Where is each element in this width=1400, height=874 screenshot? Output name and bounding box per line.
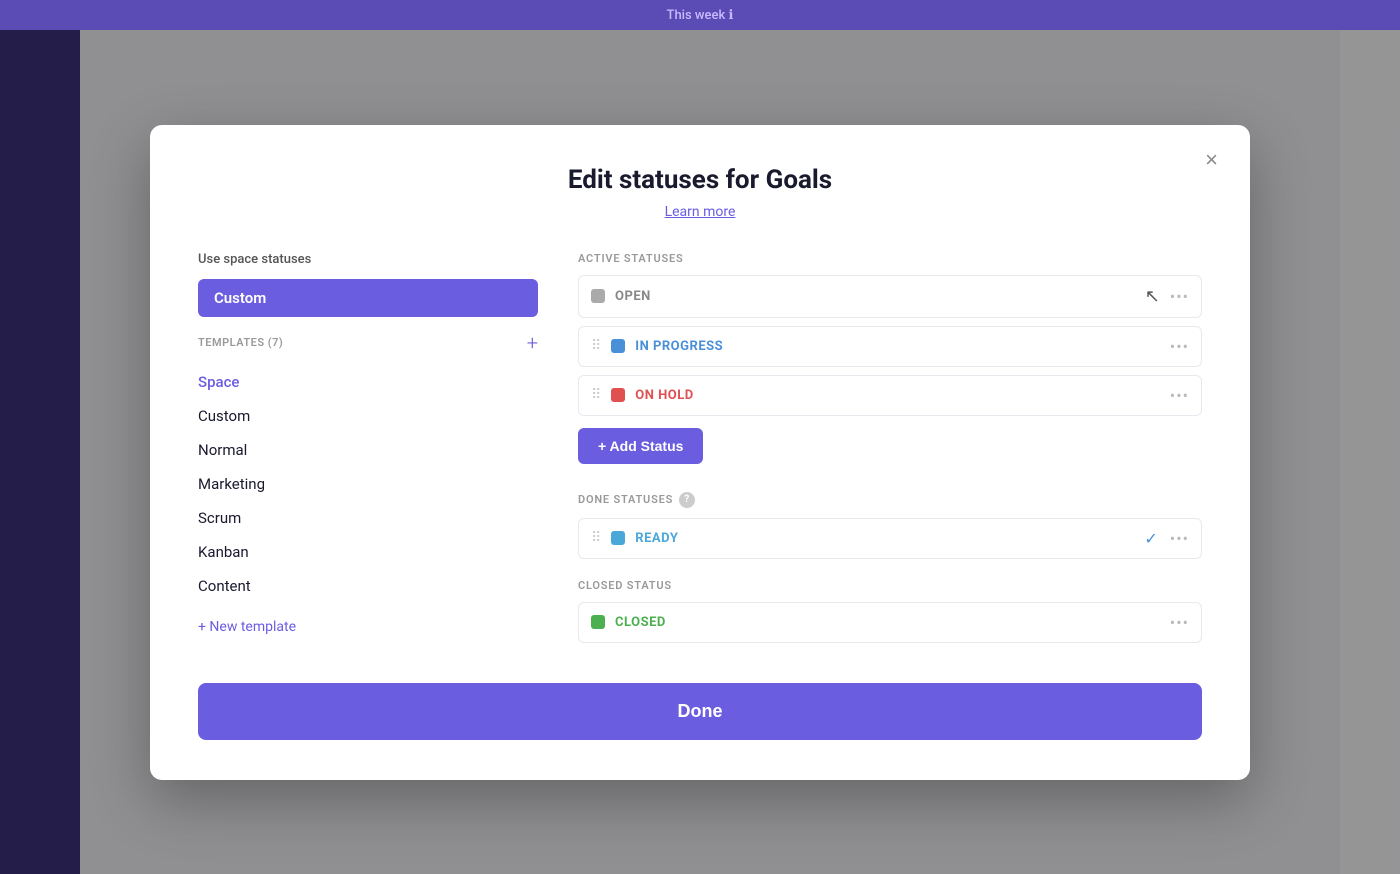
ready-check-icon: ✓ — [1144, 529, 1157, 548]
template-item-scrum[interactable]: Scrum — [198, 501, 538, 535]
status-row-open: OPEN ↖ ••• — [578, 275, 1202, 318]
on-hold-label: ON HOLD — [635, 388, 1160, 403]
modal-title: Edit statuses for Goals — [198, 165, 1202, 195]
right-panel: ACTIVE STATUSES OPEN ↖ ••• ⠿ IN PROGRESS — [578, 252, 1202, 651]
use-space-statuses-label: Use space statuses — [198, 252, 538, 267]
custom-selected-item[interactable]: Custom — [198, 279, 538, 317]
top-bar-title: This week — [667, 8, 726, 23]
modal-body: Use space statuses Custom TEMPLATES (7) … — [198, 252, 1202, 651]
closed-label: CLOSED — [615, 615, 1160, 630]
template-item-kanban[interactable]: Kanban — [198, 535, 538, 569]
done-statuses-label: DONE STATUSES ? — [578, 492, 1202, 508]
template-item-content[interactable]: Content — [198, 569, 538, 603]
ready-dot — [611, 531, 625, 545]
status-row-on-hold: ⠿ ON HOLD ••• — [578, 375, 1202, 416]
templates-label: TEMPLATES (7) — [198, 336, 283, 349]
closed-status-label: CLOSED STATUS — [578, 579, 1202, 592]
active-statuses-label: ACTIVE STATUSES — [578, 252, 1202, 265]
status-row-ready: ⠿ READY ✓ ••• — [578, 518, 1202, 559]
open-menu-icon[interactable]: ••• — [1170, 287, 1189, 306]
app-background: × Edit statuses for Goals Learn more Use… — [0, 30, 1400, 874]
template-list: Space Custom Normal Marketing Scrum Kanb… — [198, 365, 538, 603]
open-label: OPEN — [615, 289, 1135, 304]
learn-more-link[interactable]: Learn more — [665, 204, 736, 220]
done-help-icon[interactable]: ? — [679, 492, 695, 508]
close-button[interactable]: × — [1197, 145, 1226, 175]
modal-subtitle: Learn more — [198, 201, 1202, 220]
templates-add-icon[interactable]: + — [527, 333, 538, 353]
new-template-link[interactable]: + New template — [198, 619, 296, 635]
top-bar: This week ℹ — [0, 0, 1400, 30]
cursor-indicator: ↖ — [1145, 286, 1160, 307]
left-panel: Use space statuses Custom TEMPLATES (7) … — [198, 252, 538, 651]
in-progress-drag-handle[interactable]: ⠿ — [591, 338, 601, 354]
on-hold-menu-icon[interactable]: ••• — [1170, 386, 1189, 405]
status-row-in-progress: ⠿ IN PROGRESS ••• — [578, 326, 1202, 367]
closed-menu-icon[interactable]: ••• — [1170, 613, 1189, 632]
templates-header: TEMPLATES (7) + — [198, 333, 538, 353]
on-hold-dot — [611, 388, 625, 402]
add-status-button[interactable]: + Add Status — [578, 428, 703, 464]
closed-dot — [591, 615, 605, 629]
template-item-normal[interactable]: Normal — [198, 433, 538, 467]
ready-menu-icon[interactable]: ••• — [1170, 529, 1189, 548]
ready-label: READY — [635, 531, 1134, 546]
template-item-space[interactable]: Space — [198, 365, 538, 399]
done-button[interactable]: Done — [198, 683, 1202, 740]
in-progress-label: IN PROGRESS — [635, 339, 1160, 354]
template-item-custom[interactable]: Custom — [198, 399, 538, 433]
in-progress-dot — [611, 339, 625, 353]
modal-overlay: × Edit statuses for Goals Learn more Use… — [0, 30, 1400, 874]
status-row-closed: CLOSED ••• — [578, 602, 1202, 643]
top-bar-info-icon: ℹ — [729, 8, 734, 23]
ready-drag-handle[interactable]: ⠿ — [591, 530, 601, 546]
edit-statuses-modal: × Edit statuses for Goals Learn more Use… — [150, 125, 1250, 780]
template-item-marketing[interactable]: Marketing — [198, 467, 538, 501]
on-hold-drag-handle[interactable]: ⠿ — [591, 387, 601, 403]
open-dot — [591, 289, 605, 303]
in-progress-menu-icon[interactable]: ••• — [1170, 337, 1189, 356]
